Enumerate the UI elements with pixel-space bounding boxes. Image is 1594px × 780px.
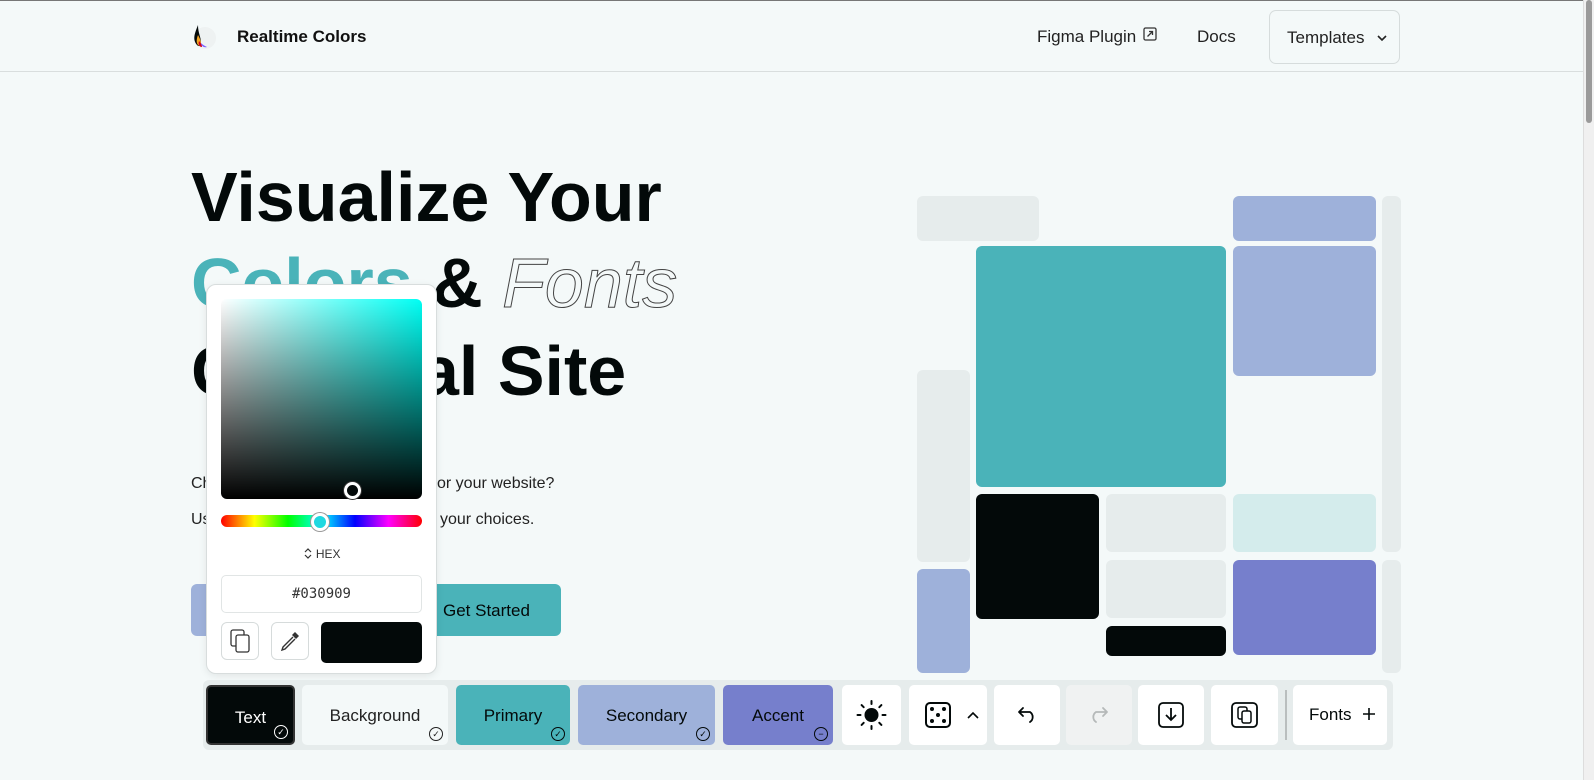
sun-icon <box>856 700 887 730</box>
mosaic-tile <box>1233 246 1376 376</box>
mosaic-tile <box>1233 560 1376 655</box>
hex-input[interactable]: #030909 <box>221 575 422 613</box>
primary-color-label: Primary <box>483 706 543 725</box>
chevron-up-icon[interactable] <box>965 685 981 745</box>
hero-title-line3-end: al Site <box>420 332 627 410</box>
nav-figma-plugin[interactable]: Figma Plugin <box>1037 27 1157 47</box>
hue-slider-handle[interactable] <box>311 513 329 531</box>
undo-button[interactable] <box>994 685 1060 745</box>
get-started-button[interactable]: Get Started <box>420 584 561 636</box>
hero-subtitle-2-end: your choices. <box>440 511 535 528</box>
mosaic-tile <box>976 246 1226 487</box>
check-icon: ✓ <box>551 727 565 741</box>
eyedropper-icon <box>280 632 299 652</box>
check-icon: ✓ <box>274 725 288 739</box>
randomize-button[interactable] <box>909 685 987 745</box>
templates-label: Templates <box>1287 28 1365 47</box>
text-color-label: Text <box>234 708 267 727</box>
mosaic-tile <box>1106 626 1226 656</box>
share-button[interactable] <box>1211 685 1278 745</box>
secondary-color-button[interactable]: Secondary ✓ <box>578 685 715 745</box>
mosaic-tile <box>1106 560 1226 618</box>
mosaic-tile <box>1382 196 1401 552</box>
bottom-toolbar: Text ✓ Background ✓ Primary ✓ Secondary … <box>203 680 1393 750</box>
copy-icon <box>230 629 250 653</box>
eyedropper-button[interactable] <box>271 622 309 660</box>
saturation-value-area[interactable] <box>221 299 422 499</box>
mosaic-tile <box>1106 494 1226 552</box>
secondary-color-label: Secondary <box>605 706 688 725</box>
saturation-value-handle[interactable] <box>344 482 361 499</box>
brand-name[interactable]: Realtime Colors <box>237 27 366 47</box>
chevron-down-icon <box>1377 35 1387 42</box>
mosaic-tile <box>917 370 970 562</box>
hero-fonts-word: Fonts <box>502 244 678 323</box>
download-icon <box>1158 702 1184 728</box>
mosaic-tile <box>1233 196 1376 241</box>
mosaic-tile <box>976 494 1099 619</box>
page-scrollbar-thumb[interactable] <box>1586 0 1592 123</box>
redo-icon <box>1092 707 1108 723</box>
hero-title-line1: Visualize Your <box>191 158 662 236</box>
mosaic-tile <box>917 196 1039 241</box>
logo-icon[interactable] <box>189 21 217 51</box>
accent-color-label: Accent <box>752 706 804 725</box>
color-mode-toggle[interactable]: HEX <box>207 547 438 561</box>
theme-toggle-button[interactable] <box>842 685 901 745</box>
templates-dropdown[interactable]: Templates <box>1269 10 1400 64</box>
accent-color-button[interactable]: Accent − <box>723 685 833 745</box>
hero-subtitle-1-end: or your website? <box>437 475 555 492</box>
redo-button[interactable] <box>1066 685 1132 745</box>
dice-icon <box>925 702 951 728</box>
export-button[interactable] <box>1138 685 1204 745</box>
background-color-label: Background <box>329 706 421 725</box>
current-color-swatch <box>321 622 422 663</box>
hero-ampersand: & <box>432 244 483 322</box>
plus-icon <box>1363 708 1376 720</box>
primary-color-button[interactable]: Primary ✓ <box>456 685 570 745</box>
top-navigation: Realtime Colors Figma Plugin Docs Templa… <box>0 0 1594 72</box>
share-icon <box>1231 702 1258 728</box>
check-icon: ✓ <box>429 727 443 741</box>
mosaic-tile <box>1382 560 1401 673</box>
check-icon: ✓ <box>696 727 710 741</box>
copy-color-button[interactable] <box>221 622 259 660</box>
minus-icon: − <box>814 727 828 741</box>
undo-icon <box>1018 707 1034 723</box>
fonts-button[interactable]: Fonts <box>1293 685 1387 745</box>
sort-icon <box>305 548 312 559</box>
color-picker-popover: HEX #030909 <box>206 284 437 674</box>
toolbar-divider <box>1285 690 1287 740</box>
color-mode-label: HEX <box>315 547 341 561</box>
fonts-label: Fonts <box>1309 705 1352 724</box>
mosaic-tile <box>1233 494 1376 552</box>
text-color-button[interactable]: Text ✓ <box>206 685 295 745</box>
nav-figma-plugin-label: Figma Plugin <box>1037 27 1137 46</box>
external-link-icon <box>1143 27 1157 41</box>
mosaic-tile <box>917 569 970 673</box>
background-color-button[interactable]: Background ✓ <box>302 685 448 745</box>
nav-docs[interactable]: Docs <box>1197 27 1236 47</box>
